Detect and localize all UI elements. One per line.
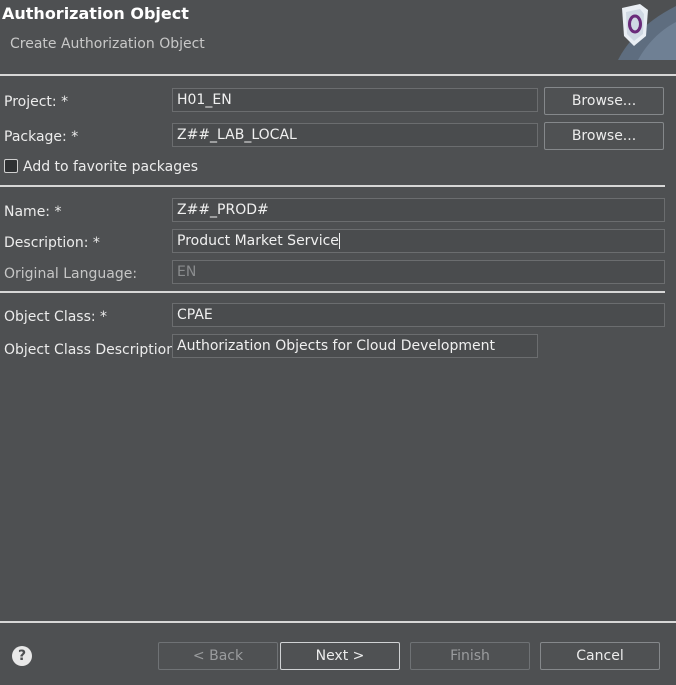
name-label: Name: * xyxy=(4,204,62,220)
header-separator xyxy=(0,74,676,76)
cancel-button[interactable]: Cancel xyxy=(540,642,660,670)
project-field[interactable]: H01_EN xyxy=(172,88,538,112)
object-class-label: Object Class: * xyxy=(4,309,108,325)
back-button[interactable]: < Back xyxy=(158,642,278,670)
favorite-packages-label[interactable]: Add to favorite packages xyxy=(23,159,198,175)
finish-button[interactable]: Finish xyxy=(410,642,530,670)
next-button[interactable]: Next > xyxy=(280,642,400,670)
package-browse-button[interactable]: Browse... xyxy=(544,122,664,150)
wizard-title: Authorization Object xyxy=(2,4,189,23)
description-field[interactable]: Product Market Service xyxy=(172,229,665,253)
favorite-packages-checkbox[interactable] xyxy=(4,159,18,173)
authorization-shield-icon xyxy=(618,4,676,60)
section-separator-2 xyxy=(0,291,665,293)
object-class-description-label: Object Class Description: xyxy=(4,342,180,358)
wizard-header: Authorization Object Create Authorizatio… xyxy=(0,0,676,74)
section-separator-1 xyxy=(0,185,665,187)
original-language-label: Original Language: xyxy=(4,266,138,282)
text-caret xyxy=(338,233,340,249)
wizard-subtitle: Create Authorization Object xyxy=(10,36,205,52)
project-browse-button[interactable]: Browse... xyxy=(544,87,664,115)
original-language-field: EN xyxy=(172,260,665,284)
description-value: Product Market Service xyxy=(177,233,339,249)
footer-separator xyxy=(0,621,676,623)
name-field[interactable]: Z##_PROD# xyxy=(172,198,665,222)
package-label: Package: * xyxy=(4,129,79,145)
object-class-description-field: Authorization Objects for Cloud Developm… xyxy=(172,334,538,358)
project-label: Project: * xyxy=(4,94,69,110)
object-class-field[interactable]: CPAE xyxy=(172,303,665,327)
description-label: Description: * xyxy=(4,235,100,251)
package-field[interactable]: Z##_LAB_LOCAL xyxy=(172,123,538,147)
help-icon[interactable]: ? xyxy=(12,646,32,666)
